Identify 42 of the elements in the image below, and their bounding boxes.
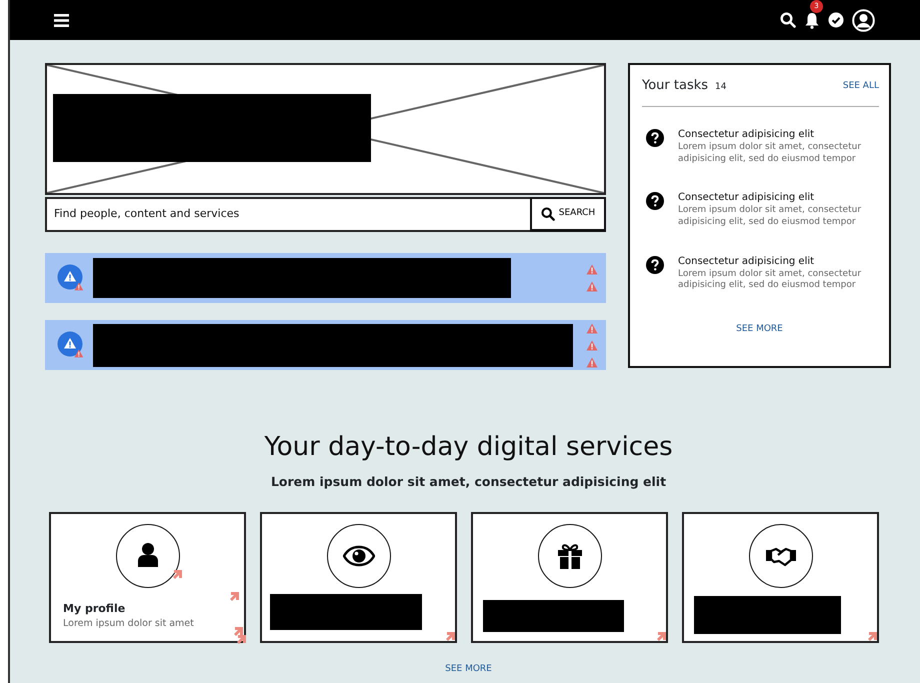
search-button[interactable]: SEARCH — [530, 197, 606, 232]
task-title[interactable]: Consectetur adipisicing elit — [678, 127, 877, 142]
warning-icon — [586, 264, 598, 275]
arrow-icon — [230, 592, 239, 601]
search-icon — [540, 207, 555, 221]
see-more-link[interactable]: SEE MORE — [445, 664, 492, 674]
task-description: Lorem ipsum dolor sit amet, consectetur adipisicing elit, sed do eiusmod tempor — [678, 205, 862, 229]
arrow-icon — [657, 632, 666, 641]
help-icon — [646, 256, 664, 274]
bell-icon[interactable] — [804, 12, 820, 30]
service-card[interactable] — [682, 512, 879, 643]
menu-icon[interactable] — [54, 14, 69, 26]
card-description: Lorem ipsum dolor sit amet — [63, 617, 195, 632]
search-icon[interactable] — [780, 12, 796, 28]
check-circle-icon[interactable] — [828, 12, 844, 28]
card-title: My profile — [63, 600, 126, 617]
warning-icon — [586, 322, 598, 334]
task-description: Lorem ipsum dolor sit amet, consectetur adipisicing elit, sed do eiusmod tempor — [678, 142, 862, 166]
panel-title: Your tasks — [642, 78, 708, 94]
warning-icon — [586, 356, 598, 368]
warning-icon — [586, 340, 598, 350]
service-card[interactable] — [260, 512, 457, 643]
help-icon — [646, 192, 664, 210]
user-avatar-icon[interactable] — [852, 8, 875, 32]
section-heading: Your day-to-day digital services — [263, 431, 674, 464]
warning-icon — [57, 264, 85, 292]
section-subtitle: Lorem ipsum dolor sit amet, consectetur adipisicing elit — [270, 473, 668, 491]
warning-icon — [586, 281, 598, 292]
see-all-link[interactable]: SEE ALL — [842, 80, 879, 94]
help-icon — [646, 129, 664, 147]
task-count: 14 — [715, 81, 726, 94]
see-more-link[interactable]: SEE MORE — [736, 324, 783, 334]
task-description: Lorem ipsum dolor sit amet, consectetur adipisicing elit, sed do eiusmod tempor — [678, 268, 862, 292]
service-card[interactable] — [471, 512, 668, 643]
warning-icon — [57, 331, 85, 359]
arrow-icon — [173, 570, 182, 579]
search-field[interactable]: Find people, content and services — [45, 197, 530, 232]
task-title[interactable]: Consectetur adipisicing elit — [678, 254, 877, 269]
task-title[interactable]: Consectetur adipisicing elit — [678, 190, 877, 206]
arrow-icon — [446, 632, 455, 641]
service-card[interactable]: My profile Lorem ipsum dolor sit amet — [49, 512, 246, 643]
arrow-icon — [868, 632, 877, 641]
